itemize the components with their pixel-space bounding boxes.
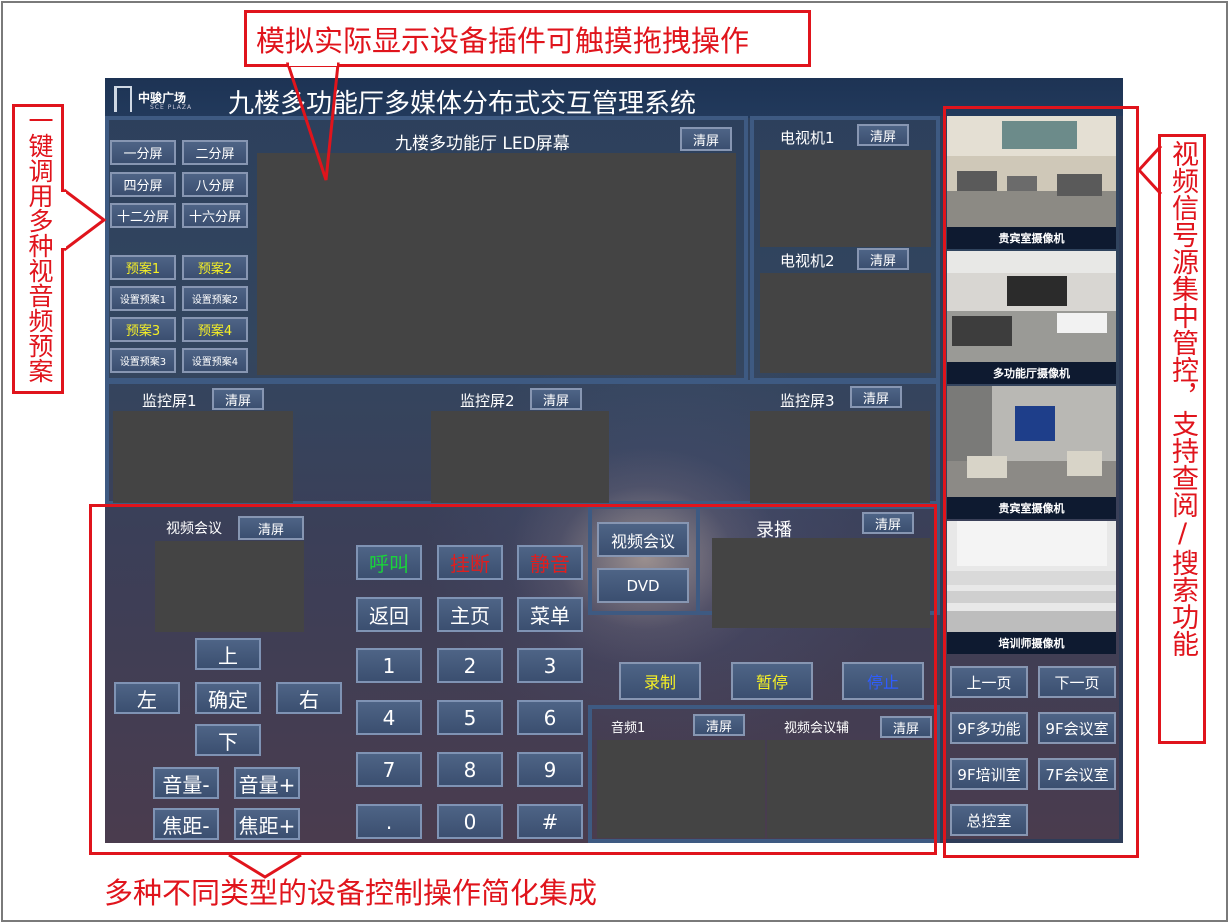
annotation-top-text: 模拟实际显示设备插件可触摸拖拽操作 <box>256 24 750 58</box>
logo: 中骏广场 SCE PLAZA <box>110 84 210 114</box>
set-preset-1-button[interactable]: 设置预案1 <box>110 286 176 311</box>
monitor-2-label: 监控屏2 <box>460 392 515 410</box>
preset-3-button[interactable]: 预案3 <box>110 317 176 342</box>
tv-1-label: 电视机1 <box>780 129 835 147</box>
annotation-left-pointer <box>60 188 107 252</box>
monitor-1-label: 监控屏1 <box>142 392 197 410</box>
tv-1-clear-button[interactable]: 清屏 <box>857 124 909 146</box>
annotation-right-frame <box>943 106 1139 858</box>
tv-1-screen[interactable] <box>760 150 931 247</box>
building-logo-icon <box>114 86 132 112</box>
preset-4-button[interactable]: 预案4 <box>182 317 248 342</box>
set-preset-2-button[interactable]: 设置预案2 <box>182 286 248 311</box>
annotation-right-text: 视频信号源集中管控，支持查阅/搜索功能 <box>1167 140 1198 657</box>
annotation-top-pointer <box>285 60 340 181</box>
annotation-left-text: 一键调用多种视音频预案 <box>25 108 54 383</box>
monitor-3-clear-button[interactable]: 清屏 <box>850 386 902 408</box>
monitor-1-screen[interactable] <box>113 411 293 503</box>
preset-2-button[interactable]: 预案2 <box>182 255 248 280</box>
annotation-bottom-text: 多种不同类型的设备控制操作简化集成 <box>104 876 598 910</box>
layout-2-button[interactable]: 二分屏 <box>182 140 248 165</box>
layout-1-button[interactable]: 一分屏 <box>110 140 176 165</box>
layout-8-button[interactable]: 八分屏 <box>182 172 248 197</box>
tv-2-label: 电视机2 <box>780 252 835 270</box>
monitor-3-label: 监控屏3 <box>780 392 835 410</box>
monitor-1-clear-button[interactable]: 清屏 <box>212 388 264 410</box>
set-preset-4-button[interactable]: 设置预案4 <box>182 348 248 373</box>
monitor-3-screen[interactable] <box>750 411 930 503</box>
tv-2-screen[interactable] <box>760 273 931 373</box>
layout-4-button[interactable]: 四分屏 <box>110 172 176 197</box>
logo-en: SCE PLAZA <box>150 104 193 111</box>
set-preset-3-button[interactable]: 设置预案3 <box>110 348 176 373</box>
layout-16-button[interactable]: 十六分屏 <box>182 203 248 228</box>
layout-12-button[interactable]: 十二分屏 <box>110 203 176 228</box>
annotation-bottom-frame <box>89 504 937 855</box>
tv-2-clear-button[interactable]: 清屏 <box>857 248 909 270</box>
led-clear-button[interactable]: 清屏 <box>680 127 732 151</box>
annotation-right-pointer <box>1136 144 1163 196</box>
monitor-2-clear-button[interactable]: 清屏 <box>530 388 582 410</box>
led-screen-title: 九楼多功能厅 LED屏幕 <box>395 134 570 154</box>
preset-1-button[interactable]: 预案1 <box>110 255 176 280</box>
monitor-2-screen[interactable] <box>431 411 609 503</box>
